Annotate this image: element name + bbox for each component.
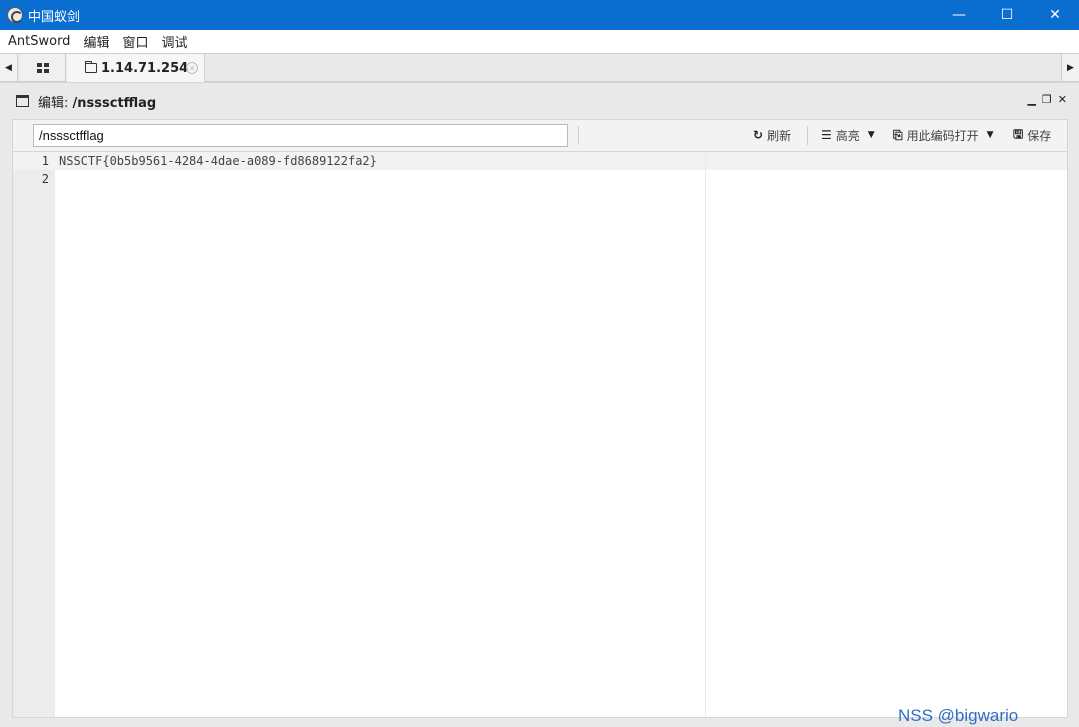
- toolbar-divider: [807, 126, 808, 145]
- list-icon: ☰: [821, 128, 832, 142]
- editor-panel-title: 编辑: /nsssctfflag: [38, 92, 156, 111]
- panel-restore-icon[interactable]: ❐: [1042, 93, 1052, 106]
- print-margin: [705, 152, 706, 717]
- editor-panel-controls: ▁ ❐ ✕: [1027, 93, 1067, 106]
- editor-title-path: /nsssctfflag: [72, 95, 157, 111]
- toolbar-divider: [578, 126, 579, 145]
- save-button[interactable]: 🖫 保存: [1013, 120, 1051, 150]
- line-number-gutter: [13, 152, 55, 717]
- menu-edit[interactable]: 编辑: [83, 32, 109, 51]
- maximize-button[interactable]: ☐: [983, 0, 1031, 30]
- window-controls: — ☐ ✕: [935, 0, 1079, 30]
- folder-icon: [85, 61, 97, 73]
- encoding-label: 用此编码打开: [906, 128, 979, 143]
- panel-minimize-icon[interactable]: ▁: [1027, 93, 1035, 106]
- refresh-button[interactable]: ↻ 刷新: [753, 120, 791, 150]
- save-label: 保存: [1027, 128, 1052, 143]
- code-editor[interactable]: 1 NSSCTF{0b5b9561-4284-4dae-a089-fd86891…: [12, 151, 1068, 718]
- encoding-icon: ⎘: [893, 127, 903, 142]
- highlight-label: 高亮: [835, 128, 860, 143]
- title-bar: 中国蚁剑 — ☐ ✕: [0, 0, 1079, 30]
- highlight-dropdown[interactable]: ☰ 高亮 ▼: [821, 120, 875, 150]
- window-icon: [16, 95, 29, 107]
- tab-scroll-left-button[interactable]: ◀: [0, 54, 18, 81]
- menu-debug[interactable]: 调试: [161, 32, 187, 51]
- editor-toolbar: ↻ 刷新 ☰ 高亮 ▼ ⎘ 用此编码打开 ▼ 🖫 保存: [12, 119, 1068, 151]
- tab-scroll-right-button[interactable]: ▶: [1061, 54, 1079, 81]
- line-number: 1: [41, 154, 49, 168]
- editor-panel: 编辑: /nsssctfflag ▁ ❐ ✕ ↻ 刷新 ☰ 高亮 ▼ ⎘ 用此编…: [0, 82, 1079, 727]
- tab-close-icon[interactable]: ✕: [186, 62, 198, 74]
- file-path-input[interactable]: [33, 124, 568, 147]
- tab-bar: ◀ 1.14.71.254 ✕ ▶: [0, 53, 1079, 82]
- caret-down-icon: ▼: [986, 130, 994, 140]
- tab-shell-1-14-71-254[interactable]: 1.14.71.254 ✕: [67, 54, 205, 82]
- tab-label: 1.14.71.254: [101, 60, 189, 76]
- line-number: 2: [41, 172, 49, 186]
- antsword-logo-icon: [7, 7, 23, 23]
- refresh-icon: ↻: [753, 128, 764, 142]
- refresh-label: 刷新: [767, 128, 792, 143]
- editor-title-prefix: 编辑:: [38, 95, 73, 111]
- code-line[interactable]: NSSCTF{0b5b9561-4284-4dae-a089-fd8689122…: [59, 154, 377, 168]
- grid-icon: [36, 62, 49, 73]
- minimize-button[interactable]: —: [935, 0, 983, 30]
- tab-home[interactable]: [20, 54, 66, 81]
- panel-close-icon[interactable]: ✕: [1058, 93, 1067, 106]
- encoding-open-dropdown[interactable]: ⎘ 用此编码打开 ▼: [893, 120, 994, 150]
- menu-bar: AntSword 编辑 窗口 调试: [0, 30, 1079, 53]
- menu-window[interactable]: 窗口: [122, 32, 148, 51]
- menu-antsword[interactable]: AntSword: [8, 34, 70, 49]
- save-icon: 🖫: [1013, 126, 1024, 141]
- caret-down-icon: ▼: [867, 130, 875, 140]
- window-title: 中国蚁剑: [28, 9, 81, 25]
- editor-panel-header: 编辑: /nsssctfflag ▁ ❐ ✕: [0, 83, 1079, 119]
- close-button[interactable]: ✕: [1031, 0, 1079, 30]
- watermark: NSS @bigwario: [898, 706, 1019, 725]
